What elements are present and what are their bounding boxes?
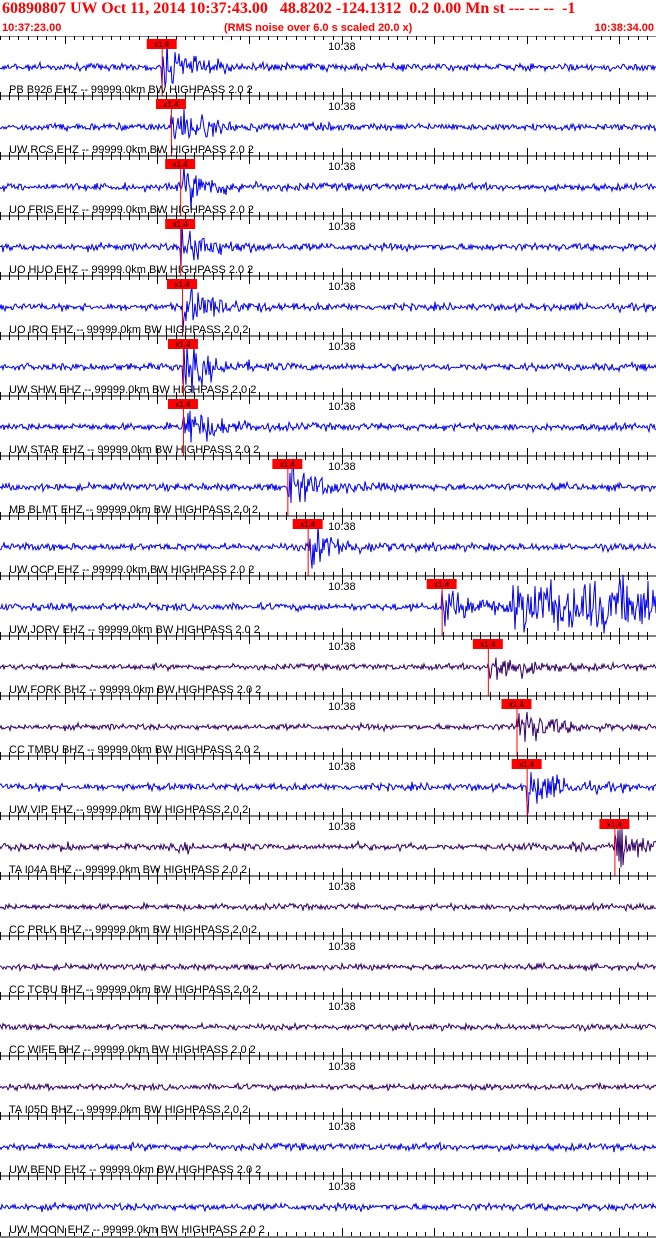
station-label: UW MOON EHZ -- 99999.0km BW HIGHPASS 2.0… [9, 1224, 265, 1236]
seismogram-trace [0, 1081, 656, 1093]
time-tick-label: 10:38 [328, 1121, 356, 1133]
end-time: 10:38:34.00 [594, 22, 654, 34]
station-label: UW JORV EHZ -- 99999.0km BW HIGHPASS 2.0… [9, 624, 260, 636]
station-label: UW SHW EHZ -- 99999.0km BW HIGHPASS 2.0 … [9, 384, 256, 396]
pick-label: x1.4 [434, 580, 450, 589]
noise-note: (RMS noise over 6.0 s scaled 20.0 x) [224, 22, 413, 34]
pick-label: x1.4 [509, 700, 525, 709]
seismogram-trace [0, 828, 656, 868]
time-tick-label: 10:38 [328, 761, 356, 773]
station-label: TA I05D BHZ -- 99999.0km BW HIGHPASS 2.0… [9, 1104, 248, 1116]
station-label: TA I04A BHZ -- 99999.0km BW HIGHPASS 2.0… [9, 864, 247, 876]
time-tick-label: 10:38 [328, 101, 356, 113]
seismogram-trace [0, 410, 656, 443]
pick-label: x1.4 [173, 220, 189, 229]
seismogram-trace [0, 108, 656, 140]
station-label: CC WIFE BHZ -- 99999.0km BW HIGHPASS 2.0… [9, 1044, 256, 1056]
seismogram-trace [0, 1141, 656, 1153]
time-tick-label: 10:38 [328, 161, 356, 173]
pick-label: x1.4 [163, 100, 179, 109]
time-tick-label: 10:38 [328, 1061, 356, 1073]
pick-label: x1.4 [175, 340, 191, 349]
time-tick-label: 10:38 [328, 1181, 356, 1193]
time-tick-label: 10:38 [328, 881, 356, 893]
pick-label: x1.4 [174, 280, 190, 289]
pick-label: x1.4 [300, 520, 316, 529]
station-label: UW RCS EHZ -- 99999.0km BW HIGHPASS 2.0 … [9, 144, 254, 156]
start-time: 10:37:23.00 [2, 22, 62, 34]
time-tick-label: 10:38 [328, 1001, 356, 1013]
pick-label: x1.4 [175, 400, 191, 409]
station-label: UO FRIS EHZ -- 99999.0km BW HIGHPASS 2.0… [9, 204, 254, 216]
time-tick-label: 10:38 [328, 281, 356, 293]
time-tick-label: 10:38 [328, 641, 356, 653]
pick-label: x1.4 [154, 40, 170, 49]
pick-label: x1.4 [173, 160, 189, 169]
station-label: UO HUO EHZ -- 99999.0km BW HIGHPASS 2.0 … [9, 264, 253, 276]
pick-label: x1.4 [480, 640, 496, 649]
time-tick-label: 10:38 [328, 41, 356, 53]
time-tick-label: 10:38 [328, 221, 356, 233]
time-tick-label: 10:38 [328, 341, 356, 353]
time-tick-label: 10:38 [328, 461, 356, 473]
station-label: PB B926 EHZ -- 99999.0km BW HIGHPASS 2.0… [9, 84, 253, 96]
station-label: UW OCP EHZ -- 99999.0km BW HIGHPASS 2.0 … [9, 564, 254, 576]
station-label: CC TCBU BHZ -- 99999.0km BW HIGHPASS 2.0… [9, 984, 258, 996]
seismogram-trace [0, 711, 656, 742]
time-tick-label: 10:38 [328, 581, 356, 593]
station-label: UW STAR EHZ -- 99999.0km BW HIGHPASS 2.0… [9, 444, 259, 456]
time-tick-label: 10:38 [328, 821, 356, 833]
time-tick-label: 10:38 [328, 701, 356, 713]
station-label: CC PRLK BHZ -- 99999.0km BW HIGHPASS 2.0… [9, 924, 257, 936]
pick-label: x1.4 [519, 760, 535, 769]
seismogram-plot: 10:38 x1.4 PB B926 EHZ -- 99999.0km BW HIG… [0, 36, 656, 1238]
pick-label: x1.4 [607, 820, 623, 829]
seismogram-trace [0, 961, 656, 973]
time-tick-label: 10:38 [328, 941, 356, 953]
station-label: UW VIP EHZ -- 99999.0km BW HIGHPASS 2.0 … [9, 804, 248, 816]
station-label: UW BEND EHZ -- 99999.0km BW HIGHPASS 2.0… [9, 1164, 261, 1176]
pick-label: x1.4 [280, 460, 296, 469]
time-tick-label: 10:38 [328, 401, 356, 413]
event-title: 60890807 UW Oct 11, 2014 10:37:43.00 48.… [2, 0, 576, 17]
seismogram-trace [0, 1021, 656, 1033]
seismogram-trace [0, 657, 656, 680]
station-label: UO IRO EHZ -- 99999.0km BW HIGHPASS 2.0 … [9, 324, 248, 336]
seismogram-trace [0, 900, 656, 913]
seismogram-trace [0, 1201, 656, 1213]
plot-header: 60890807 UW Oct 11, 2014 10:37:43.00 48.… [0, 0, 656, 36]
station-label: CC TMBU BHZ -- 99999.0km BW HIGHPASS 2.0… [9, 744, 259, 756]
station-label: UW FORK BHZ -- 99999.0km BW HIGHPASS 2.0… [9, 684, 261, 696]
time-tick-label: 10:38 [328, 521, 356, 533]
station-label: MB BLMT EHZ -- 99999.0km BW HIGHPASS 2.0… [9, 504, 258, 516]
